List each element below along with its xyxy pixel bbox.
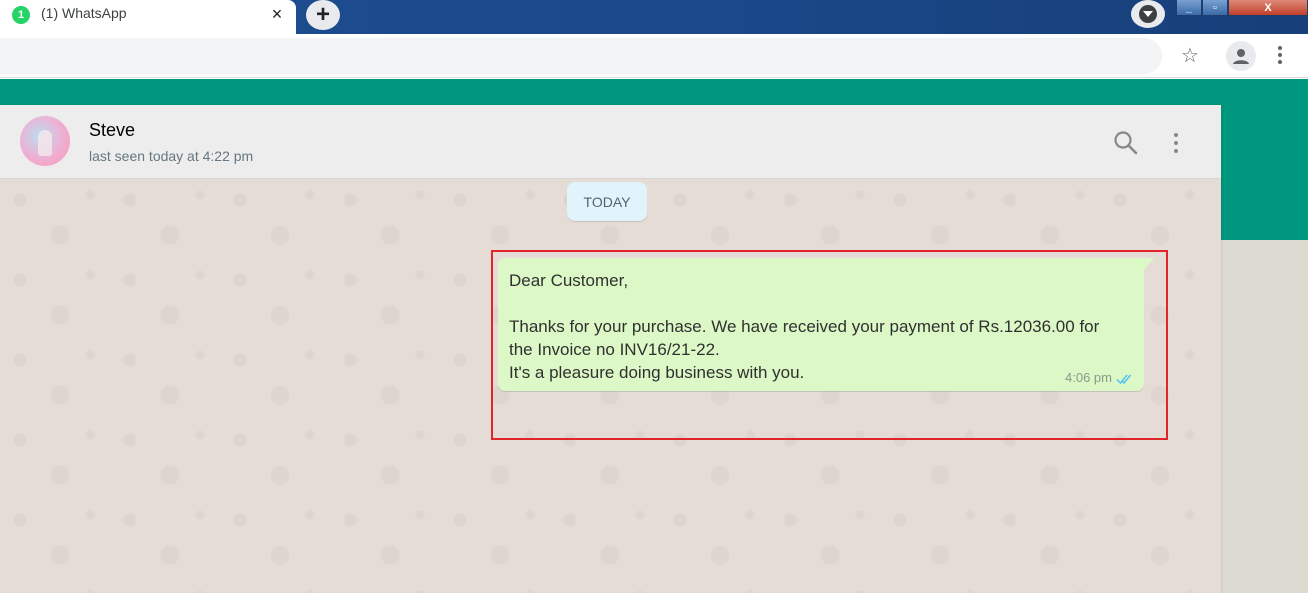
whatsapp-web-page: Steve last seen today at 4:22 pm TODAY D… — [0, 79, 1308, 593]
date-divider: TODAY — [567, 182, 647, 221]
browser-toolbar: ☆ — [0, 34, 1308, 78]
window-controls: _ ▫ X — [1176, 0, 1308, 16]
chat-header[interactable]: Steve last seen today at 4:22 pm — [0, 105, 1221, 179]
browser-menu-icon[interactable] — [1270, 43, 1290, 67]
tab-title: (1) WhatsApp — [41, 5, 127, 21]
tab-whatsapp[interactable]: 1 (1) WhatsApp × — [0, 0, 296, 34]
search-icon[interactable] — [1112, 129, 1140, 157]
contact-name: Steve — [89, 120, 136, 140]
red-highlight-box — [491, 250, 1168, 440]
tab-search-dropdown-button[interactable] — [1131, 0, 1165, 28]
maximize-window-button[interactable]: ▫ — [1202, 0, 1228, 16]
chevron-down-icon — [1139, 5, 1157, 23]
minimize-window-button[interactable]: _ — [1176, 0, 1202, 16]
tab-close-icon[interactable]: × — [266, 3, 288, 25]
browser-tab-strip: 1 (1) WhatsApp × + _ ▫ X — [0, 0, 1308, 34]
chat-menu-icon[interactable] — [1166, 129, 1186, 157]
account-avatar-icon[interactable] — [1226, 41, 1256, 71]
bookmark-star-icon[interactable]: ☆ — [1178, 43, 1202, 67]
chat-panel: Steve last seen today at 4:22 pm TODAY D… — [0, 105, 1221, 593]
contact-avatar[interactable] — [20, 116, 70, 166]
close-window-button[interactable]: X — [1228, 0, 1308, 16]
address-bar[interactable] — [0, 38, 1162, 74]
whatsapp-notification-favicon-icon: 1 — [12, 6, 30, 24]
contact-last-seen: last seen today at 4:22 pm — [89, 148, 254, 164]
conversation-area[interactable]: TODAY Dear Customer, Thanks for your pur… — [0, 180, 1221, 593]
new-tab-button[interactable]: + — [306, 0, 340, 30]
